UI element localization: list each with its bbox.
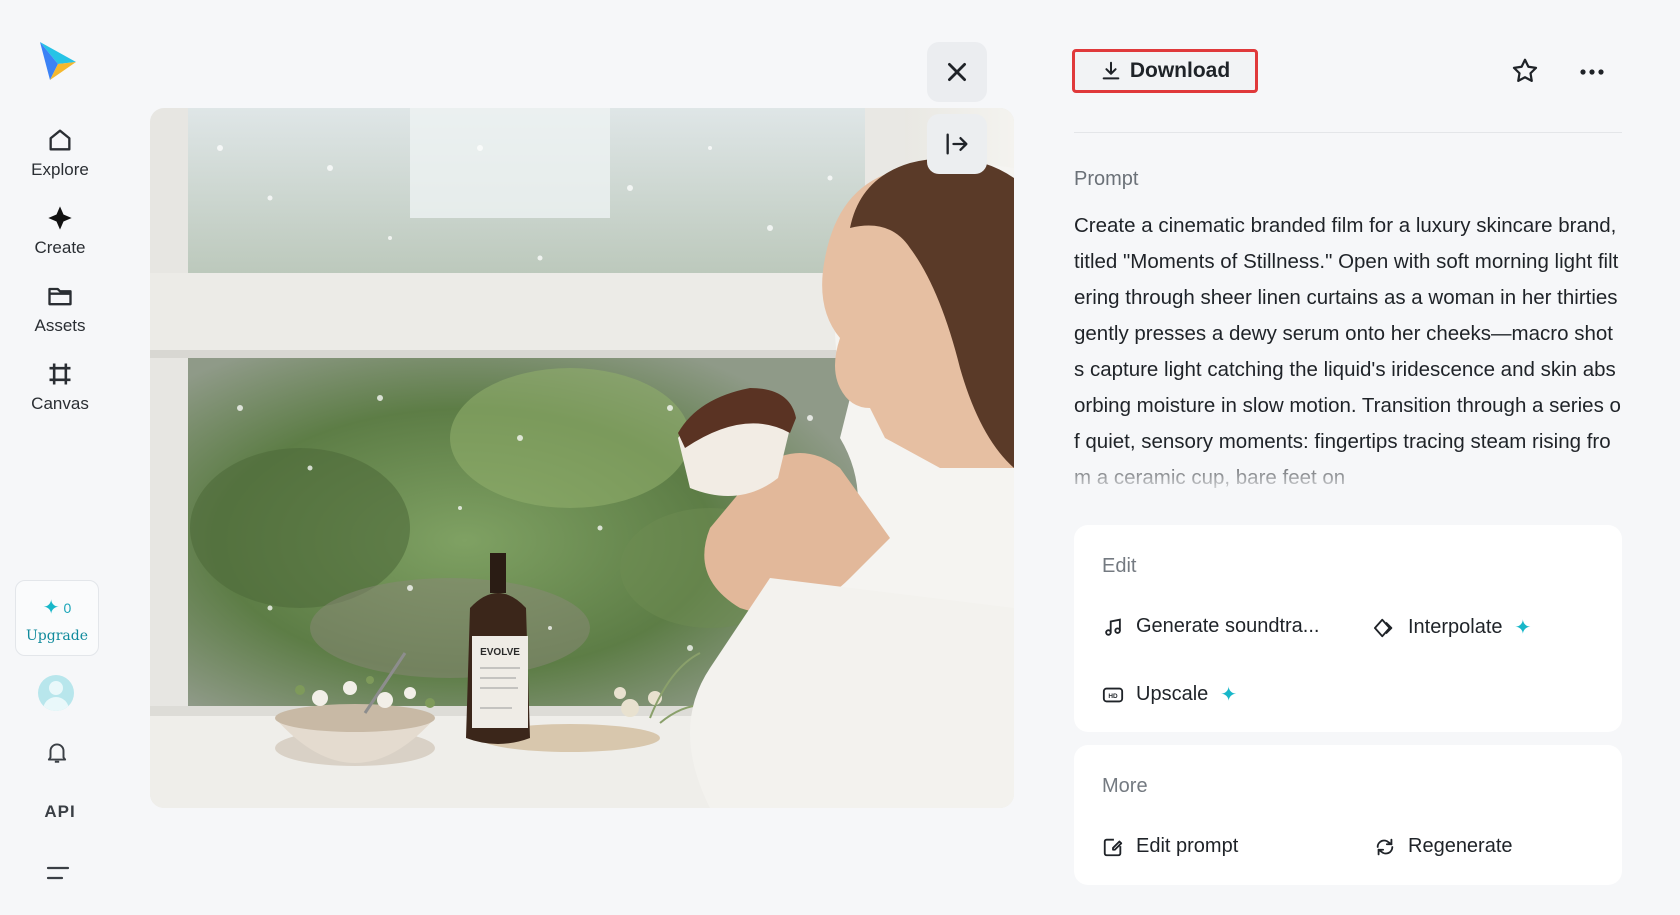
- diamond-icon: [48, 206, 72, 230]
- edit-prompt-label: Edit prompt: [1136, 835, 1239, 857]
- sidebar-item-label: Explore: [31, 160, 89, 179]
- sparkle-icon: ✦: [42, 597, 60, 619]
- divider: [1074, 132, 1622, 133]
- sidebar-item-label: Canvas: [31, 394, 89, 413]
- prompt-heading: Prompt: [1074, 168, 1139, 190]
- sidebar-item-explore[interactable]: Explore: [0, 126, 120, 180]
- sidebar: Explore Create Assets Canvas ✦ 0 Upgrade…: [0, 0, 120, 915]
- generate-soundtrack-label: Generate soundtra...: [1136, 615, 1320, 637]
- regenerate-label: Regenerate: [1408, 835, 1513, 857]
- bottle-label: EVOLVE: [480, 647, 520, 658]
- download-icon: [1102, 61, 1120, 80]
- hd-icon: HD: [1102, 687, 1124, 702]
- credits-badge: ✦ 0: [16, 595, 98, 620]
- sidebar-item-canvas[interactable]: Canvas: [0, 360, 120, 414]
- more-heading: More: [1102, 775, 1148, 797]
- sparkle-icon: ✦: [1514, 617, 1532, 639]
- generated-image: EVOLVE: [150, 108, 1014, 808]
- music-note-icon: [1105, 618, 1121, 636]
- upscale-label: Upscale: [1136, 683, 1209, 705]
- more-card: More Edit prompt Regenerate: [1074, 745, 1622, 885]
- regenerate-button[interactable]: Regenerate: [1374, 835, 1513, 858]
- sidebar-item-label: Create: [34, 238, 86, 257]
- interpolate-button[interactable]: Interpolate ✦: [1374, 615, 1531, 640]
- upscale-button[interactable]: HD Upscale ✦: [1102, 682, 1237, 707]
- prompt-text: Create a cinematic branded film for a lu…: [1074, 214, 1621, 489]
- prompt-fade: [1074, 450, 1622, 490]
- folder-icon: [48, 287, 72, 306]
- edit-card: Edit Generate soundtra... Interpolate ✦ …: [1074, 525, 1622, 732]
- sidebar-item-label: Assets: [34, 316, 86, 335]
- arrow-right-to-line-icon: [946, 133, 968, 155]
- app-logo[interactable]: [36, 40, 80, 84]
- interpolate-icon: [1374, 618, 1393, 637]
- avatar[interactable]: [38, 675, 74, 711]
- crop-icon: [49, 363, 71, 385]
- generate-soundtrack-button[interactable]: Generate soundtra...: [1102, 615, 1319, 638]
- toggle-panel-button[interactable]: [927, 114, 987, 174]
- download-button[interactable]: Download: [1072, 49, 1258, 93]
- home-icon: [49, 129, 71, 151]
- refresh-icon: [1376, 838, 1394, 855]
- sparkle-icon: ✦: [1220, 684, 1238, 706]
- edit-prompt-button[interactable]: Edit prompt: [1102, 835, 1238, 858]
- credits-count: 0: [63, 599, 72, 616]
- upgrade-button[interactable]: ✦ 0 Upgrade: [15, 580, 99, 656]
- sidebar-item-assets[interactable]: Assets: [0, 282, 120, 336]
- close-icon: [948, 63, 966, 81]
- interpolate-label: Interpolate: [1408, 616, 1503, 638]
- close-button[interactable]: [927, 42, 987, 102]
- sidebar-item-create[interactable]: Create: [0, 204, 120, 258]
- upgrade-label: Upgrade: [25, 628, 88, 644]
- svg-text:HD: HD: [1108, 693, 1118, 700]
- menu-icon[interactable]: [46, 864, 70, 884]
- download-label: Download: [1129, 59, 1231, 82]
- bell-icon[interactable]: [44, 738, 70, 766]
- more-options-icon[interactable]: [1578, 60, 1606, 84]
- star-icon[interactable]: [1510, 56, 1540, 86]
- api-link[interactable]: API: [0, 802, 120, 822]
- edit-icon: [1103, 838, 1123, 856]
- edit-heading: Edit: [1102, 555, 1137, 577]
